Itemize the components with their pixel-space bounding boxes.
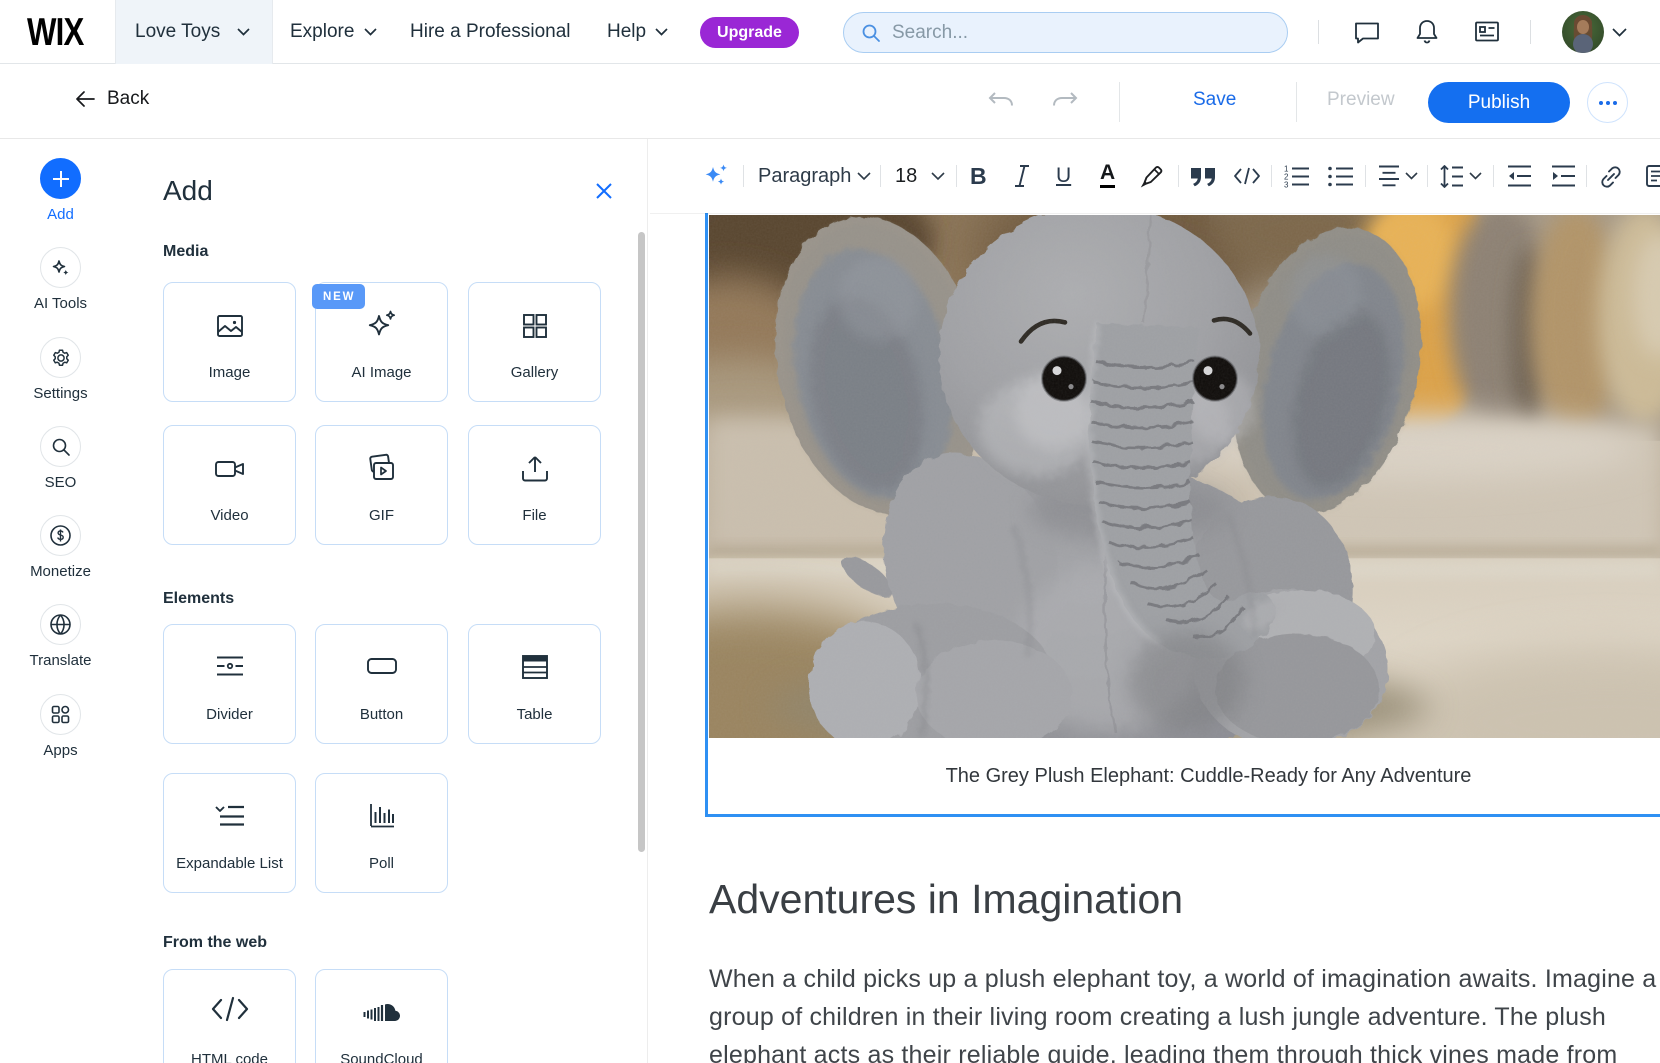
svg-text:3: 3: [1284, 181, 1289, 190]
